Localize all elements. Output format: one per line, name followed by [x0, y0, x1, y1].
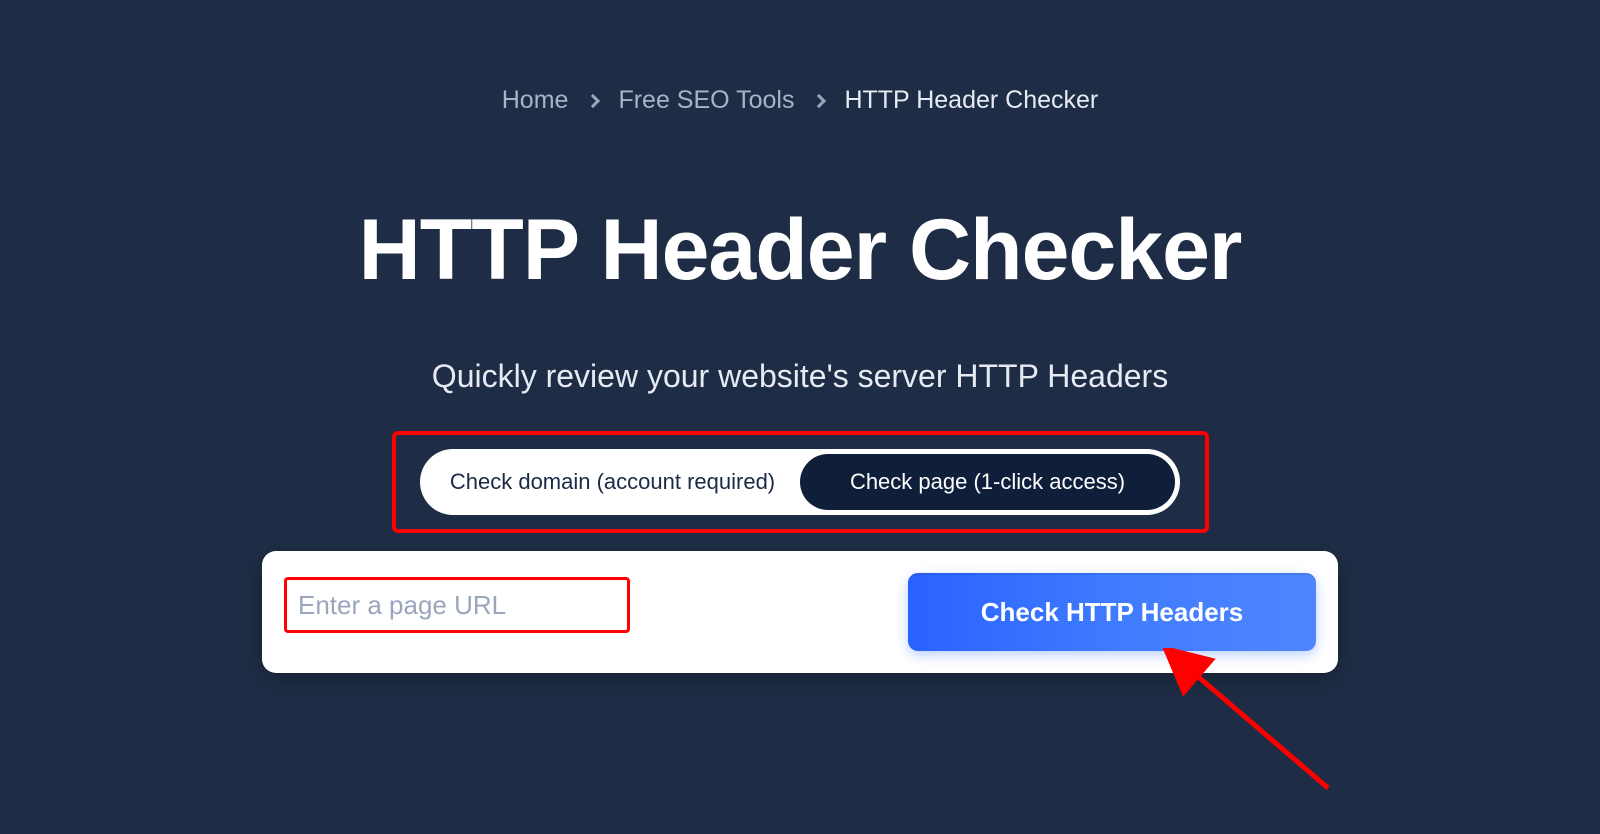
- toggle-check-page[interactable]: Check page (1-click access): [800, 454, 1175, 510]
- annotation-toggle-highlight: Check domain (account required) Check pa…: [392, 431, 1209, 533]
- url-input[interactable]: [284, 573, 894, 637]
- breadcrumb: Home Free SEO Tools HTTP Header Checker: [0, 0, 1600, 115]
- mode-toggle: Check domain (account required) Check pa…: [420, 449, 1180, 515]
- search-card: Check HTTP Headers: [262, 551, 1338, 673]
- page-subtitle: Quickly review your website's server HTT…: [0, 358, 1600, 395]
- url-input-container: [284, 573, 894, 651]
- toggle-check-domain[interactable]: Check domain (account required): [425, 454, 800, 510]
- breadcrumb-home[interactable]: Home: [502, 86, 569, 115]
- annotation-arrow-icon: [1158, 648, 1358, 818]
- check-http-headers-button[interactable]: Check HTTP Headers: [908, 573, 1316, 651]
- page-title: HTTP Header Checker: [0, 201, 1600, 300]
- chevron-right-icon: [812, 93, 826, 107]
- chevron-right-icon: [586, 93, 600, 107]
- breadcrumb-current: HTTP Header Checker: [844, 86, 1098, 115]
- breadcrumb-free-seo-tools[interactable]: Free SEO Tools: [618, 86, 794, 115]
